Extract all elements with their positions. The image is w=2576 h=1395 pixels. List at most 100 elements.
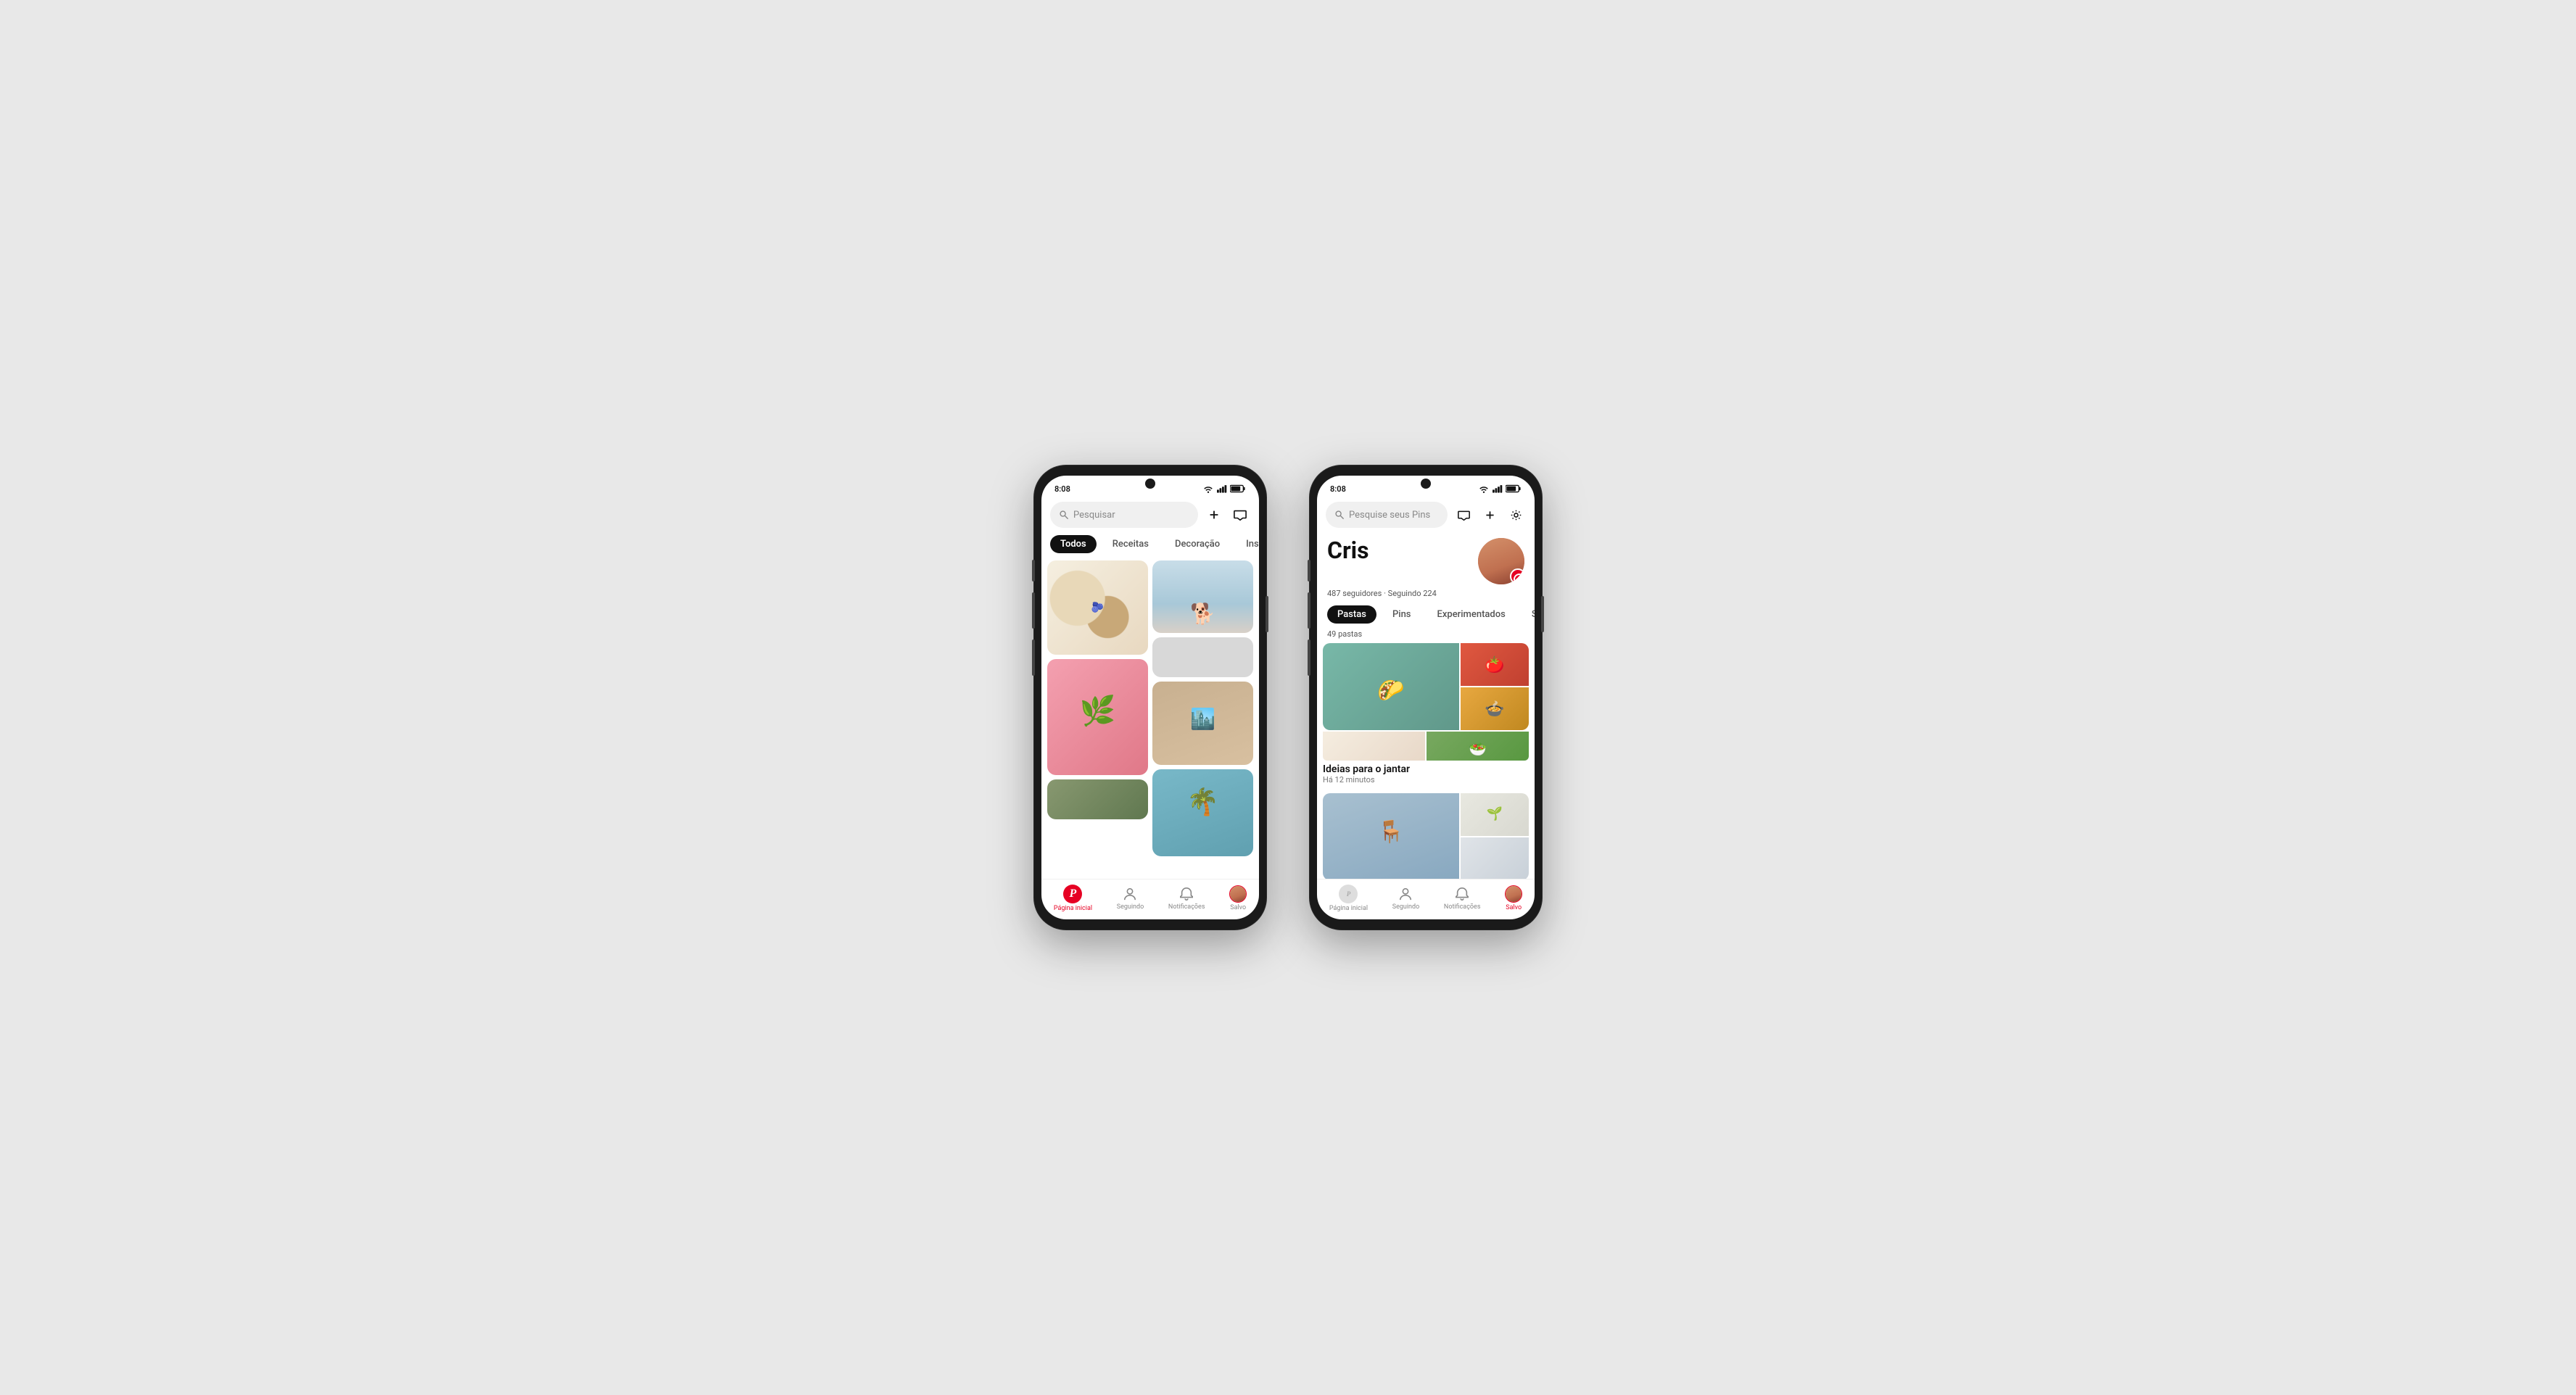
battery-icon-2 xyxy=(1506,484,1522,493)
pin-col-left xyxy=(1047,560,1148,879)
board-preview-sm1-sala xyxy=(1461,793,1529,836)
verified-badge xyxy=(1514,574,1524,584)
message-button-1[interactable] xyxy=(1230,505,1250,525)
boards-count: 49 pastas xyxy=(1323,629,1529,643)
profile-section: Cris 487 seguidores · Seguindo 224 xyxy=(1317,531,1535,603)
header-row-2: Pesquise seus Pins xyxy=(1317,499,1535,531)
status-icons-1 xyxy=(1202,484,1246,493)
nav-notifications-1[interactable]: Notificações xyxy=(1168,886,1205,911)
board-preview-extra2 xyxy=(1427,732,1529,761)
bell-icon-2 xyxy=(1454,886,1470,902)
nav-saved-label-1: Salvo xyxy=(1230,904,1246,911)
message-button-2[interactable] xyxy=(1453,505,1474,525)
board-preview-extra-jantar xyxy=(1323,732,1529,761)
phone-screen-2: 8:08 xyxy=(1317,476,1535,919)
nav-following-2[interactable]: Seguindo xyxy=(1392,886,1420,911)
volume-down-button-2 xyxy=(1308,639,1310,676)
phone-2: 8:08 xyxy=(1310,465,1542,930)
add-button-1[interactable] xyxy=(1204,505,1224,525)
volume-up-button-2 xyxy=(1308,592,1310,629)
bottom-nav-1: P Página inicial Seguindo xyxy=(1041,879,1259,919)
search-placeholder-2: Pesquise seus Pins xyxy=(1349,510,1430,521)
nav-notifications-label-1: Notificações xyxy=(1168,903,1205,911)
mute-button-2 xyxy=(1308,560,1310,581)
followers-count: 487 seguidores xyxy=(1327,589,1382,598)
tab-pins[interactable]: Pins xyxy=(1382,605,1421,624)
bottom-nav-2: P Página inicial Seguindo xyxy=(1317,879,1535,919)
profile-name-container: Cris xyxy=(1327,538,1369,563)
nav-notifications-label-2: Notificações xyxy=(1444,903,1481,911)
tab-receitas[interactable]: Receitas xyxy=(1102,535,1159,553)
profile-tabs: Pastas Pins Experimentados Se... xyxy=(1317,603,1535,626)
board-item-jantar[interactable]: Ideias para o jantar Há 12 minutos xyxy=(1323,643,1529,785)
nav-saved-2[interactable]: Salvo xyxy=(1505,885,1522,911)
nav-notifications-2[interactable]: Notificações xyxy=(1444,886,1481,911)
tab-todos[interactable]: Todos xyxy=(1050,535,1097,553)
nav-saved-1[interactable]: Salvo xyxy=(1229,885,1247,911)
pinterest-logo-1: P xyxy=(1063,885,1082,903)
board-preview-main-jantar xyxy=(1323,643,1459,730)
volume-down-button-1 xyxy=(1032,639,1035,676)
tabs-row-1: Todos Receitas Decoração Inspi... xyxy=(1041,531,1259,558)
time-1: 8:08 xyxy=(1054,484,1070,494)
profile-name: Cris xyxy=(1327,538,1369,563)
nav-home-label-1: Página inicial xyxy=(1054,905,1092,912)
person-icon-1 xyxy=(1122,886,1138,902)
board-item-sala[interactable]: Sala de estar xyxy=(1323,793,1529,879)
status-icons-2 xyxy=(1478,484,1522,493)
pinterest-logo-2: P xyxy=(1339,885,1358,903)
person-icon-2 xyxy=(1398,886,1413,902)
profile-avatar[interactable] xyxy=(1478,538,1524,584)
avatar-nav-1 xyxy=(1229,885,1247,903)
profile-header: Cris xyxy=(1327,538,1524,584)
board-preview-extra1 xyxy=(1323,732,1425,761)
time-2: 8:08 xyxy=(1330,484,1346,494)
tab-experimentados[interactable]: Experimentados xyxy=(1427,605,1516,624)
mute-button-1 xyxy=(1032,560,1035,581)
pin-col-right xyxy=(1152,560,1253,879)
search-bar-1[interactable]: Pesquisar xyxy=(1050,502,1198,528)
phone-1: 8:08 xyxy=(1034,465,1266,930)
add-button-2[interactable] xyxy=(1479,505,1500,525)
board-preview-jantar xyxy=(1323,643,1529,730)
signal-icon xyxy=(1217,484,1227,493)
pins-grid-1 xyxy=(1041,558,1259,879)
tab-inspi[interactable]: Inspi... xyxy=(1236,535,1259,553)
avatar-nav-2 xyxy=(1505,885,1522,903)
bell-icon-1 xyxy=(1178,886,1194,902)
nav-following-1[interactable]: Seguindo xyxy=(1117,886,1144,911)
pin-moss[interactable] xyxy=(1047,779,1148,819)
wifi-icon xyxy=(1202,484,1214,493)
pin-plant[interactable] xyxy=(1047,659,1148,775)
pin-palm[interactable] xyxy=(1152,769,1253,856)
wifi-icon-2 xyxy=(1478,484,1490,493)
board-preview-sala xyxy=(1323,793,1529,879)
header-row-1: Pesquisar xyxy=(1041,499,1259,531)
signal-icon-2 xyxy=(1493,484,1503,493)
search-placeholder-1: Pesquisar xyxy=(1073,510,1115,521)
volume-up-button-1 xyxy=(1032,592,1035,629)
nav-following-label-1: Seguindo xyxy=(1117,903,1144,911)
search-icon-2 xyxy=(1334,510,1345,520)
board-preview-main-sala xyxy=(1323,793,1459,879)
nav-following-label-2: Seguindo xyxy=(1392,903,1420,911)
pin-food[interactable] xyxy=(1047,560,1148,655)
board-title-jantar: Ideias para o jantar xyxy=(1323,763,1529,775)
nav-home-label-2: Página inicial xyxy=(1329,905,1368,912)
power-button-1 xyxy=(1266,596,1268,632)
pin-buildings[interactable] xyxy=(1152,682,1253,765)
tab-se[interactable]: Se... xyxy=(1522,605,1535,624)
nav-home-2[interactable]: P Página inicial xyxy=(1329,885,1368,912)
search-bar-2[interactable]: Pesquise seus Pins xyxy=(1326,502,1448,528)
following-count: Seguindo 224 xyxy=(1388,589,1437,598)
power-button-2 xyxy=(1541,596,1544,632)
board-preview-sm2-sala xyxy=(1461,837,1529,879)
search-icon-1 xyxy=(1059,510,1069,520)
tab-decoracao[interactable]: Decoração xyxy=(1165,535,1230,553)
tab-pastas[interactable]: Pastas xyxy=(1327,605,1376,624)
pin-gray[interactable] xyxy=(1152,637,1253,677)
battery-icon xyxy=(1230,484,1246,493)
pin-dog[interactable] xyxy=(1152,560,1253,633)
nav-home-1[interactable]: P Página inicial xyxy=(1054,885,1092,912)
settings-button-2[interactable] xyxy=(1506,505,1526,525)
